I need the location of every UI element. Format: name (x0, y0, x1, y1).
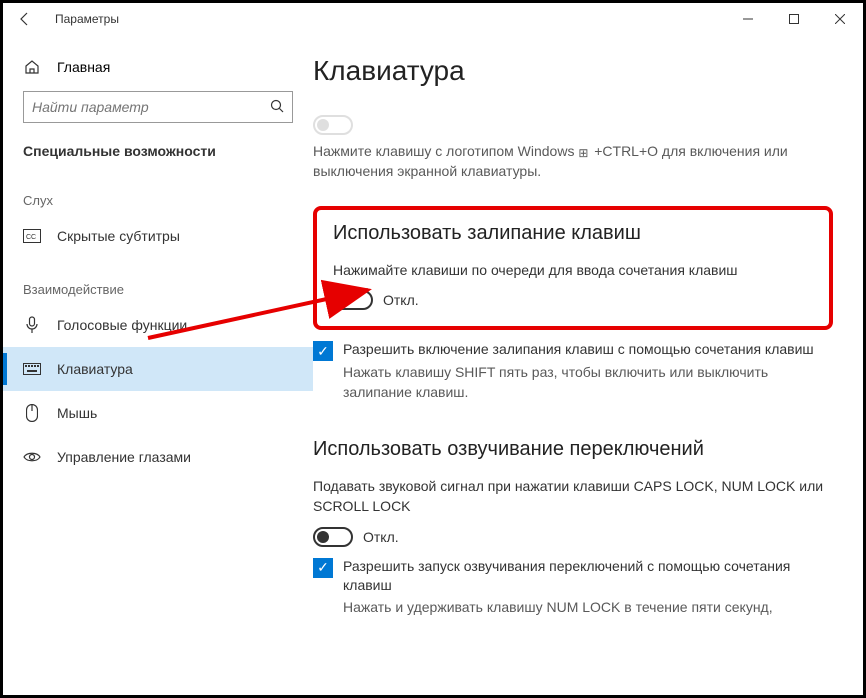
sidebar-item-eye[interactable]: Управление глазами (3, 435, 313, 479)
sidebar-item-label: Мышь (57, 405, 97, 421)
toggle-ghost (313, 115, 353, 135)
toggle-keys-toggle[interactable] (313, 527, 353, 547)
sticky-keys-toggle[interactable] (333, 290, 373, 310)
windows-logo-icon (578, 142, 590, 154)
toggle-keys-toggle-state: Откл. (363, 529, 399, 545)
sticky-keys-heading: Использовать залипание клавиш (333, 222, 813, 245)
sidebar-item-mouse[interactable]: Мышь (3, 391, 313, 435)
sidebar-item-keyboard[interactable]: Клавиатура (3, 347, 313, 391)
main-content: Клавиатура Нажмите клавишу с логотипом W… (313, 35, 863, 695)
section-label-interaction: Взаимодействие (3, 258, 313, 303)
mouse-icon (23, 404, 41, 422)
onscreen-keyboard-hint: Нажмите клавишу с логотипом Windows +CTR… (313, 141, 833, 182)
checkbox-checked-icon[interactable]: ✓ (313, 341, 333, 361)
search-icon (270, 99, 284, 116)
search-field[interactable] (32, 99, 270, 115)
home-nav[interactable]: Главная (3, 47, 313, 87)
close-button[interactable] (817, 3, 863, 35)
sidebar-item-label: Клавиатура (57, 361, 133, 377)
search-input[interactable] (23, 91, 293, 123)
category-title: Специальные возможности (3, 133, 313, 169)
eye-icon (23, 451, 41, 463)
minimize-button[interactable] (725, 3, 771, 35)
sidebar-item-subtitles[interactable]: CC Скрытые субтитры (3, 214, 313, 258)
sidebar-item-label: Скрытые субтитры (57, 228, 180, 244)
toggle-keys-desc: Подавать звуковой сигнал при нажатии кла… (313, 477, 833, 516)
toggle-keys-heading: Использовать озвучивание переключений (313, 438, 833, 461)
sidebar-item-label: Управление глазами (57, 449, 191, 465)
cc-icon: CC (23, 229, 41, 243)
maximize-button[interactable] (771, 3, 817, 35)
sidebar: Главная Специальные возможности Слух CC … (3, 35, 313, 695)
checkbox-label: Разрешить включение залипания клавиш с п… (343, 340, 814, 360)
sidebar-item-voice[interactable]: Голосовые функции (3, 303, 313, 347)
sticky-keys-highlight: Использовать залипание клавиш Нажимайте … (313, 206, 833, 331)
checkbox-hint: Нажать клавишу SHIFT пять раз, чтобы вкл… (343, 363, 833, 402)
back-button[interactable] (3, 3, 47, 35)
sticky-keys-toggle-state: Откл. (383, 292, 419, 308)
partial-toggle-row (313, 115, 833, 135)
page-title: Клавиатура (313, 55, 833, 87)
window-title: Параметры (47, 12, 725, 26)
titlebar: Параметры (3, 3, 863, 35)
checkbox-label: Разрешить запуск озвучивания переключени… (343, 557, 833, 596)
sticky-keys-desc: Нажимайте клавиши по очереди для ввода с… (333, 261, 813, 281)
checkbox-checked-icon[interactable]: ✓ (313, 558, 333, 578)
home-icon (23, 59, 41, 75)
checkbox-hint: Нажать и удерживать клавишу NUM LOCK в т… (343, 598, 833, 618)
keyboard-icon (23, 363, 41, 375)
sticky-keys-shortcut-checkbox-row: ✓ Разрешить включение залипания клавиш с… (313, 340, 833, 361)
microphone-icon (23, 316, 41, 334)
home-label: Главная (57, 59, 110, 75)
sidebar-item-label: Голосовые функции (57, 317, 187, 333)
section-label-hearing: Слух (3, 169, 313, 214)
svg-text:CC: CC (26, 234, 36, 241)
